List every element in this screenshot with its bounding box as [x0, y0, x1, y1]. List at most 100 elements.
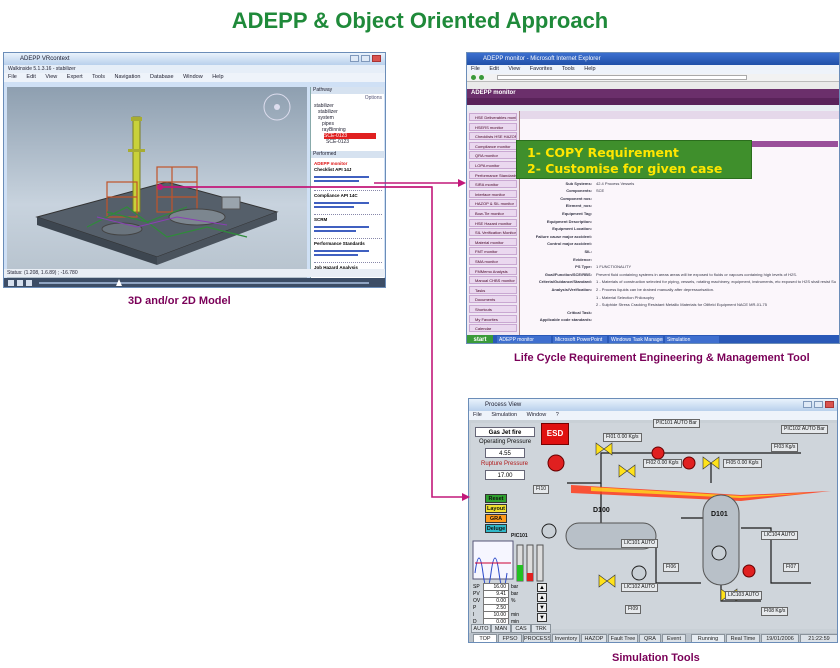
forward-icon[interactable]	[479, 75, 484, 80]
minimize-button[interactable]	[350, 55, 359, 62]
sidebar-item[interactable]: Compliance monitor	[469, 141, 517, 150]
sidebar-item[interactable]: FMT monitor	[469, 247, 517, 256]
tag-fi06[interactable]: FI06	[663, 563, 680, 572]
options-link[interactable]: Options	[365, 95, 382, 101]
mode-trk-button[interactable]: TRK	[531, 624, 551, 633]
menu-help[interactable]: ?	[556, 412, 559, 418]
address-bar[interactable]	[497, 75, 747, 80]
rewind-icon[interactable]	[26, 280, 32, 286]
menu-navigation[interactable]: Navigation	[115, 74, 141, 80]
tag-lic104[interactable]: LIC104 AUTO	[761, 531, 799, 540]
link-url-block[interactable]	[314, 202, 382, 215]
menu-view[interactable]: View	[508, 66, 520, 72]
tag-fi03[interactable]: FI03 Kg/s	[771, 443, 799, 452]
timeline-marker-icon[interactable]	[116, 279, 122, 286]
sidebar-item[interactable]: SIL Verification Monitor	[469, 228, 517, 237]
play-icon[interactable]	[8, 280, 14, 286]
taskbar-item[interactable]: Microsoft PowerPoint	[553, 336, 607, 343]
sidebar-item[interactable]: HSE Hazard monitor	[469, 218, 517, 227]
menu-file[interactable]: File	[473, 412, 482, 418]
menu-edit[interactable]: Edit	[489, 66, 498, 72]
menu-edit[interactable]: Edit	[26, 74, 35, 80]
tab-qra[interactable]: QRA	[639, 634, 661, 642]
link-title[interactable]: Compliance API 14C	[314, 193, 382, 199]
3d-viewport[interactable]	[7, 87, 307, 283]
tag-fi10[interactable]: FI10	[533, 485, 550, 494]
link-url-block[interactable]	[314, 176, 382, 191]
up-arrow-icon[interactable]: ▲	[537, 593, 547, 602]
menu-file[interactable]: File	[471, 66, 480, 72]
tag-pic101[interactable]: PIC101 AUTO Bar	[653, 419, 700, 428]
sidebar-item[interactable]: LOPA monitor	[469, 161, 517, 169]
tab-fpso[interactable]: FPSO	[498, 634, 522, 642]
sidebar-item[interactable]: Manual CHBS monitor	[469, 276, 517, 285]
tab-top[interactable]: TOP	[473, 634, 497, 642]
sidebar-item[interactable]: Tasks	[469, 285, 517, 294]
back-icon[interactable]	[471, 75, 476, 80]
stop-icon[interactable]	[17, 280, 23, 286]
mode-cas-button[interactable]: CAS	[511, 624, 531, 633]
taskbar-item[interactable]: Simulation	[665, 336, 719, 343]
link-url-block[interactable]	[314, 250, 382, 263]
mode-man-button[interactable]: MAN	[491, 624, 511, 633]
sidebar-item[interactable]: Documents	[469, 295, 517, 304]
down-arrow-icon[interactable]: ▼	[537, 603, 547, 612]
tab-event[interactable]: Event	[662, 634, 686, 642]
menu-file[interactable]: File	[8, 74, 17, 80]
start-button[interactable]: start	[467, 335, 493, 343]
link-title[interactable]: SCRM	[314, 217, 382, 223]
sidebar-item[interactable]: Calendar	[469, 324, 517, 333]
sidebar-item[interactable]: SIRA monitor	[469, 180, 517, 189]
tag-fi01[interactable]: FI01 0.00 Kg/s	[603, 433, 642, 442]
link-url-block[interactable]	[314, 226, 382, 239]
menu-database[interactable]: Database	[150, 74, 174, 80]
timeline-track[interactable]	[39, 282, 369, 284]
taskbar-item[interactable]: Windows Task Manager	[609, 336, 663, 343]
menu-tools[interactable]: Tools	[92, 74, 105, 80]
tab-inventory[interactable]: Inventory	[552, 634, 580, 642]
menu-window[interactable]: Window	[183, 74, 203, 80]
tag-fi08[interactable]: FI08 Kg/s	[761, 607, 789, 616]
tag-fi02[interactable]: FI02 0.00 Kg/s	[643, 459, 682, 468]
minimize-button[interactable]	[803, 401, 812, 408]
menu-help[interactable]: Help	[584, 66, 595, 72]
sidebar-item[interactable]: SMA monitor	[469, 257, 517, 265]
sidebar-item[interactable]: Material monitor	[469, 237, 517, 246]
tag-lic101[interactable]: LIC101 AUTO	[621, 539, 659, 548]
menu-expert[interactable]: Expert	[67, 74, 83, 80]
menu-simulation[interactable]: Simulation	[491, 412, 517, 418]
tag-lic102[interactable]: LIC102 AUTO	[621, 583, 659, 592]
sidebar-item[interactable]: FMMemo Analysis	[469, 266, 517, 275]
mode-auto-button[interactable]: AUTO	[471, 624, 491, 633]
tag-fi07[interactable]: FI07	[783, 563, 800, 572]
maximize-button[interactable]	[361, 55, 370, 62]
sidebar-item[interactable]: Shortcuts	[469, 305, 517, 313]
sidebar-item[interactable]: HAZOP & SIL monitor	[469, 199, 517, 208]
close-button[interactable]	[372, 55, 381, 62]
sidebar-item[interactable]: Bow-Tie monitor	[469, 209, 517, 217]
menu-help[interactable]: Help	[212, 74, 223, 80]
maximize-button[interactable]	[814, 401, 823, 408]
menu-view[interactable]: View	[45, 74, 57, 80]
sidebar-item[interactable]: HSERS monitor	[469, 122, 517, 131]
link-title[interactable]: Performance Standards	[314, 241, 382, 247]
menu-window[interactable]: Window	[527, 412, 547, 418]
sidebar-item[interactable]: Checklists HSE HAZOP	[469, 132, 517, 141]
sidebar-item[interactable]: HSE Deliverables monitor	[469, 113, 517, 121]
sidebar-item[interactable]: My Favorites	[469, 314, 517, 323]
tag-pic102[interactable]: PIC102 AUTO Bar	[781, 425, 828, 434]
up-arrow-icon[interactable]: ▲	[537, 583, 547, 592]
menu-tools[interactable]: Tools	[562, 66, 575, 72]
sidebar-item[interactable]: Performance Standards	[469, 170, 517, 179]
tab-hazop[interactable]: HAZOP	[581, 634, 607, 642]
taskbar-item[interactable]: ADEPP monitor	[497, 336, 551, 343]
menu-favorites[interactable]: Favorites	[530, 66, 553, 72]
lcr-nav-strip[interactable]	[467, 98, 839, 105]
close-button[interactable]	[825, 401, 834, 408]
tag-fi05[interactable]: FI05 0.00 Kg/s	[723, 459, 762, 468]
tree-item[interactable]: SCE-0123	[326, 139, 376, 145]
down-arrow-icon[interactable]: ▼	[537, 613, 547, 622]
tag-lic103[interactable]: LIC103 AUTO	[725, 591, 763, 600]
sidebar-item[interactable]: Interface monitor	[469, 189, 517, 198]
tab-process[interactable]: PROCESS	[523, 634, 551, 642]
